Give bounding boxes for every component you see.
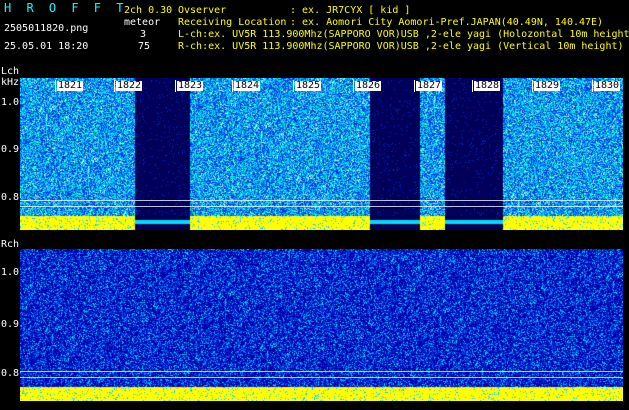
minute-tick — [55, 80, 56, 92]
observer-label: Ovserver — [178, 5, 227, 16]
minute-tick — [592, 80, 593, 92]
rch-ytick-1: 1.0 — [1, 267, 20, 278]
time-label-1825: 1825 — [295, 80, 322, 91]
lch-ref-line-1 — [20, 200, 623, 201]
rch-label: Rch — [1, 239, 20, 250]
rch-description: R-ch:ex. UV5R 113.900Mhz(SAPPORO VOR)USB… — [178, 41, 624, 52]
time-label-1821: 1821 — [57, 80, 84, 91]
datetime: 25.05.01 18:20 — [4, 41, 89, 52]
observer-value: : ex. JR7CYX [ kid ] — [290, 5, 411, 16]
time-label-1822: 1822 — [116, 80, 143, 91]
count-1: 3 — [140, 29, 147, 40]
lch-ref-line-2 — [20, 206, 623, 207]
filename: 2505011820.png — [4, 23, 89, 34]
lch-spectrogram — [20, 78, 623, 230]
time-label-1828: 1828 — [474, 80, 501, 91]
location-label: Receiving Location — [178, 17, 287, 28]
time-label-1827: 1827 — [416, 80, 443, 91]
rch-ref-line-2 — [20, 377, 623, 378]
rch-spectrogram — [20, 249, 623, 401]
lch-unit: kHz — [1, 77, 20, 88]
minute-tick — [472, 80, 473, 92]
minute-tick — [232, 80, 233, 92]
mode-label: meteor — [124, 17, 161, 28]
minute-tick — [353, 80, 354, 92]
minute-tick — [175, 80, 176, 92]
rch-ref-line-1 — [20, 371, 623, 372]
time-label-1826: 1826 — [355, 80, 382, 91]
location-value: : ex. Aomori City Aomori-Pref.JAPAN(40.4… — [290, 17, 604, 28]
count-2: 75 — [138, 41, 151, 52]
lch-ytick-1: 1.0 — [1, 97, 20, 108]
channel-info: 2ch 0.30 — [124, 5, 173, 16]
time-label-1829: 1829 — [534, 80, 561, 91]
lch-ytick-3: 0.8 — [1, 192, 20, 203]
minute-tick — [532, 80, 533, 92]
rch-ytick-2: 0.9 — [1, 319, 20, 330]
lch-ytick-2: 0.9 — [1, 144, 20, 155]
lch-description: L-ch:ex. UV5R 113.900Mhz(SAPPORO VOR)USB… — [178, 29, 629, 40]
time-label-1824: 1824 — [234, 80, 261, 91]
app-title: H R O F F T — [4, 1, 128, 15]
time-label-1830: 1830 — [594, 80, 621, 91]
lch-label: Lch — [1, 66, 20, 77]
rch-ytick-3: 0.8 — [1, 368, 20, 379]
time-label-1823: 1823 — [177, 80, 204, 91]
minute-tick — [114, 80, 115, 92]
minute-tick — [414, 80, 415, 92]
minute-tick — [293, 80, 294, 92]
